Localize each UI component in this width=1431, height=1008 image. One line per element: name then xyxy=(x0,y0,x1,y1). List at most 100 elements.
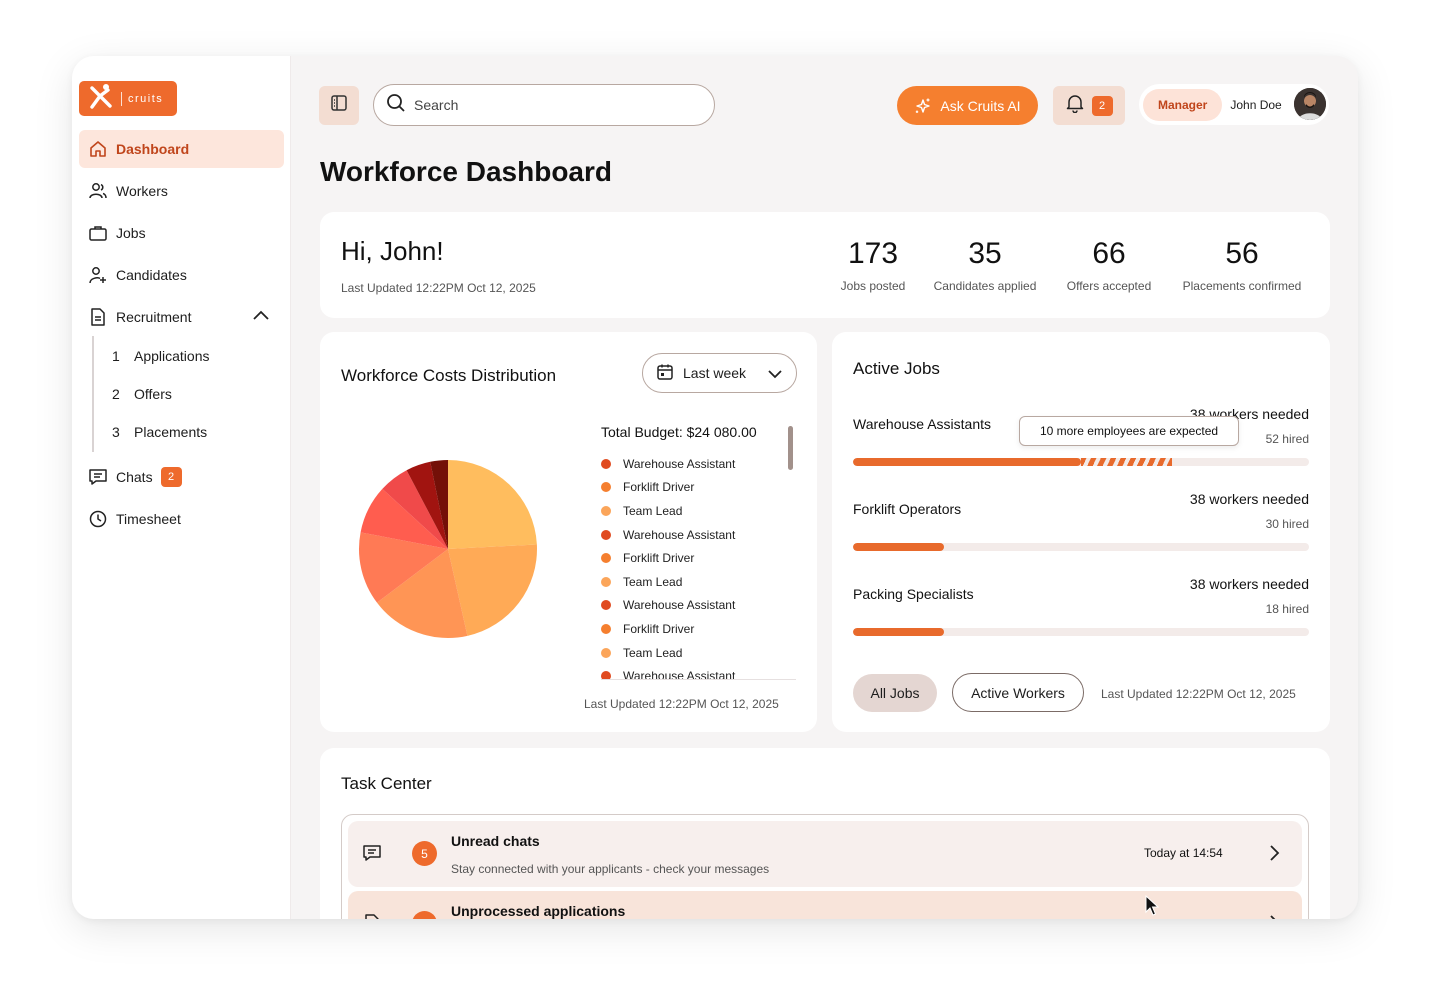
sidebar-item-jobs[interactable]: Jobs xyxy=(79,214,284,252)
sidebar-subitem-placements[interactable]: 3 Placements xyxy=(112,424,207,440)
task-count-badge xyxy=(412,911,437,919)
task-list: 5 Unread chats Stay connected with your … xyxy=(341,814,1309,919)
job-row-forklift-operators[interactable]: Forklift Operators 38 workers needed 30 … xyxy=(853,491,1309,551)
period-dropdown[interactable]: Last week xyxy=(642,353,797,393)
legend-label: Warehouse Assistant xyxy=(623,598,736,613)
jobs-updated: Last Updated 12:22PM Oct 12, 2025 xyxy=(1101,687,1296,701)
sidebar-item-chats[interactable]: Chats 2 xyxy=(79,458,284,496)
sidebar-item-label: Candidates xyxy=(116,267,187,283)
legend-item: Team Lead xyxy=(601,570,796,594)
avatar xyxy=(1294,88,1326,120)
legend-label: Forklift Driver xyxy=(623,480,695,495)
task-description: Stay connected with your applicants - ch… xyxy=(451,862,770,876)
greeting-updated: Last Updated 12:22PM Oct 12, 2025 xyxy=(341,281,536,295)
sidebar-toggle-button[interactable] xyxy=(319,86,359,125)
app-window: cruits Dashboard Workers Jobs Candidates xyxy=(72,56,1358,919)
role-badge: Manager xyxy=(1143,88,1223,121)
sidebar-item-candidates[interactable]: Candidates xyxy=(79,256,284,294)
all-jobs-tab[interactable]: All Jobs xyxy=(853,674,937,712)
legend-item: Warehouse Assistant xyxy=(601,452,796,476)
search-box[interactable] xyxy=(373,84,715,126)
search-icon xyxy=(386,93,406,118)
stat-candidates-applied: 35 Candidates applied xyxy=(931,237,1039,293)
sidebar-item-dashboard[interactable]: Dashboard xyxy=(79,130,284,168)
legend-item: Forklift Driver xyxy=(601,617,796,641)
brand-mark-icon xyxy=(89,83,113,114)
chevron-up-icon[interactable] xyxy=(252,308,270,324)
active-workers-tab[interactable]: Active Workers xyxy=(952,673,1084,712)
task-center-title: Task Center xyxy=(341,774,432,793)
total-budget: Total Budget: $24 080.00 xyxy=(601,424,757,440)
task-count-badge: 5 xyxy=(412,841,437,866)
chats-count-badge: 2 xyxy=(160,467,182,487)
job-name: Warehouse Assistants xyxy=(853,416,991,432)
chevron-right-icon[interactable] xyxy=(1268,913,1282,919)
user-plus-icon xyxy=(88,265,108,285)
job-progress-bar xyxy=(853,543,1309,551)
legend-label: Warehouse Assistant xyxy=(623,527,736,542)
active-jobs-card: Active Jobs Warehouse Assistants 38 work… xyxy=(832,332,1330,732)
legend-dot-icon xyxy=(601,529,611,540)
stat-label: Offers accepted xyxy=(1066,279,1152,293)
main-content: Ask Cruits AI 2 Manager John Doe Workfor… xyxy=(291,56,1358,919)
stat-value: 173 xyxy=(847,237,899,270)
legend-dot-icon xyxy=(601,623,611,634)
legend-dot-icon xyxy=(601,505,611,516)
brand-logo[interactable]: cruits xyxy=(79,81,177,116)
bell-icon xyxy=(1066,93,1084,118)
legend-item: Forklift Driver xyxy=(601,546,796,570)
subitem-number: 1 xyxy=(112,348,120,364)
legend-item: Warehouse Assistant xyxy=(601,523,796,547)
sidebar-item-label: Timesheet xyxy=(116,511,181,527)
logo-divider xyxy=(121,91,122,106)
job-name: Packing Specialists xyxy=(853,586,974,602)
chevron-right-icon[interactable] xyxy=(1268,843,1282,868)
chat-icon xyxy=(88,467,108,487)
subitem-number: 2 xyxy=(112,386,120,402)
pie-slice[interactable] xyxy=(448,460,537,549)
subitem-label: Offers xyxy=(134,386,172,402)
legend-label: Forklift Driver xyxy=(623,551,695,566)
stat-label: Placements confirmed xyxy=(1182,279,1302,293)
brand-wordmark: cruits xyxy=(128,92,164,105)
subitem-label: Applications xyxy=(134,348,210,364)
legend-label: Team Lead xyxy=(623,574,683,589)
sidebar-item-timesheet[interactable]: Timesheet xyxy=(79,500,284,538)
stat-label: Jobs posted xyxy=(840,279,906,293)
legend-dot-icon xyxy=(601,576,611,587)
sidebar-item-recruitment[interactable]: Recruitment xyxy=(79,298,284,336)
document-icon xyxy=(88,307,108,327)
search-input[interactable] xyxy=(414,97,694,113)
sidebar-item-workers[interactable]: Workers xyxy=(79,172,284,210)
job-progress-fill xyxy=(853,543,945,551)
task-time: Today at 14:54 xyxy=(1144,846,1223,860)
greeting-title: Hi, John! xyxy=(341,236,444,266)
sidebar-subitem-offers[interactable]: 2 Offers xyxy=(112,386,172,402)
job-expected-fill xyxy=(1081,458,1173,466)
job-row-packing-specialists[interactable]: Packing Specialists 38 workers needed 18… xyxy=(853,576,1309,636)
user-profile-menu[interactable]: Manager John Doe xyxy=(1139,84,1329,125)
sidebar-item-label: Chats xyxy=(116,469,153,485)
sidebar-subitem-applications[interactable]: 1 Applications xyxy=(112,348,210,364)
task-center-card: Task Center 5 Unread chats Stay connecte… xyxy=(320,748,1330,919)
sparkle-icon xyxy=(914,97,932,115)
sidebar-item-label: Jobs xyxy=(116,225,146,241)
task-item-unread-chats[interactable]: 5 Unread chats Stay connected with your … xyxy=(348,821,1302,887)
legend-label: Forklift Driver xyxy=(623,621,695,636)
task-title: Unread chats xyxy=(451,833,540,849)
sidebar-item-label: Workers xyxy=(116,183,168,199)
active-jobs-title: Active Jobs xyxy=(853,359,940,378)
stat-offers-accepted: 66 Offers accepted xyxy=(1063,237,1155,293)
subitem-number: 3 xyxy=(112,424,120,440)
ask-ai-button[interactable]: Ask Cruits AI xyxy=(897,86,1038,125)
notifications-button[interactable]: 2 xyxy=(1053,86,1125,125)
legend-scrollbar[interactable] xyxy=(788,426,793,470)
job-hired: 30 hired xyxy=(1265,517,1309,531)
page-title: Workforce Dashboard xyxy=(320,156,612,187)
briefcase-icon xyxy=(88,223,108,243)
costs-legend: Total Budget: $24 080.00 Warehouse Assis… xyxy=(601,424,796,680)
legend-label: Warehouse Assistant xyxy=(623,456,736,471)
stat-value: 35 xyxy=(968,237,1002,270)
stat-jobs-posted: 173 Jobs posted xyxy=(838,237,908,293)
sidebar-toggle-icon xyxy=(330,94,348,117)
